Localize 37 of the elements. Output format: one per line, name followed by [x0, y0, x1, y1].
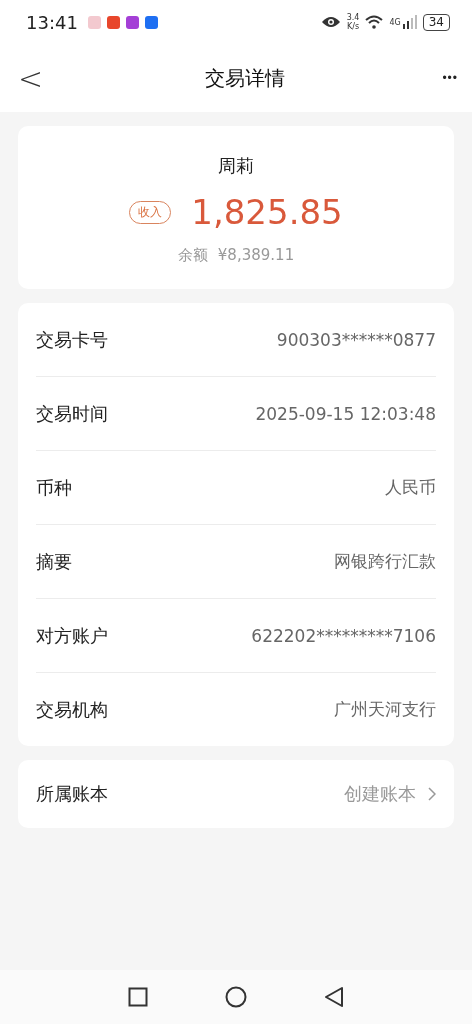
detail-label: 币种 — [36, 475, 72, 500]
battery-level: 34 — [422, 13, 450, 31]
back-nav-icon[interactable] — [323, 986, 344, 1008]
payee-name: 周莉 — [218, 154, 254, 178]
balance-label: 余额 — [177, 246, 208, 265]
home-icon[interactable] — [225, 986, 247, 1008]
detail-value: 900303******0877 — [276, 329, 436, 350]
app-notification-icon — [144, 15, 158, 29]
detail-label: 交易机构 — [36, 697, 108, 722]
ledger-label: 所属账本 — [36, 782, 108, 806]
chevron-right-icon — [428, 787, 436, 801]
network-speed-unit: K/s — [346, 22, 360, 31]
detail-value: 网银跨行汇款 — [334, 550, 436, 573]
detail-value: 广州天河支行 — [334, 698, 436, 721]
detail-label: 对方账户 — [36, 623, 108, 648]
signal-icon — [402, 15, 417, 29]
more-button[interactable]: ••• — [442, 71, 458, 85]
eye-icon — [320, 15, 341, 29]
amount: 1,825.85 — [191, 192, 343, 232]
wifi-icon — [365, 15, 384, 29]
app-notification-icon — [125, 15, 139, 29]
ledger-card[interactable]: 所属账本 创建账本 — [18, 760, 454, 828]
detail-value: 人民币 — [385, 476, 436, 499]
network-type: 4G — [389, 17, 401, 27]
detail-value: 2025-09-15 12:03:48 — [255, 403, 436, 424]
detail-label: 摘要 — [36, 549, 72, 574]
balance-value: ¥8,389.11 — [217, 246, 295, 265]
page-title: 交易详情 — [204, 64, 285, 92]
status-time: 13:41 — [26, 11, 78, 33]
recent-apps-icon[interactable] — [128, 987, 149, 1007]
detail-label: 交易卡号 — [36, 327, 108, 352]
detail-label: 交易时间 — [36, 401, 108, 426]
back-button[interactable]: < — [14, 60, 48, 96]
app-notification-icon — [87, 15, 101, 29]
app-notification-icon — [106, 15, 120, 29]
detail-value: 622202*********7106 — [251, 625, 436, 646]
network-speed-value: 3.4 — [346, 13, 360, 22]
